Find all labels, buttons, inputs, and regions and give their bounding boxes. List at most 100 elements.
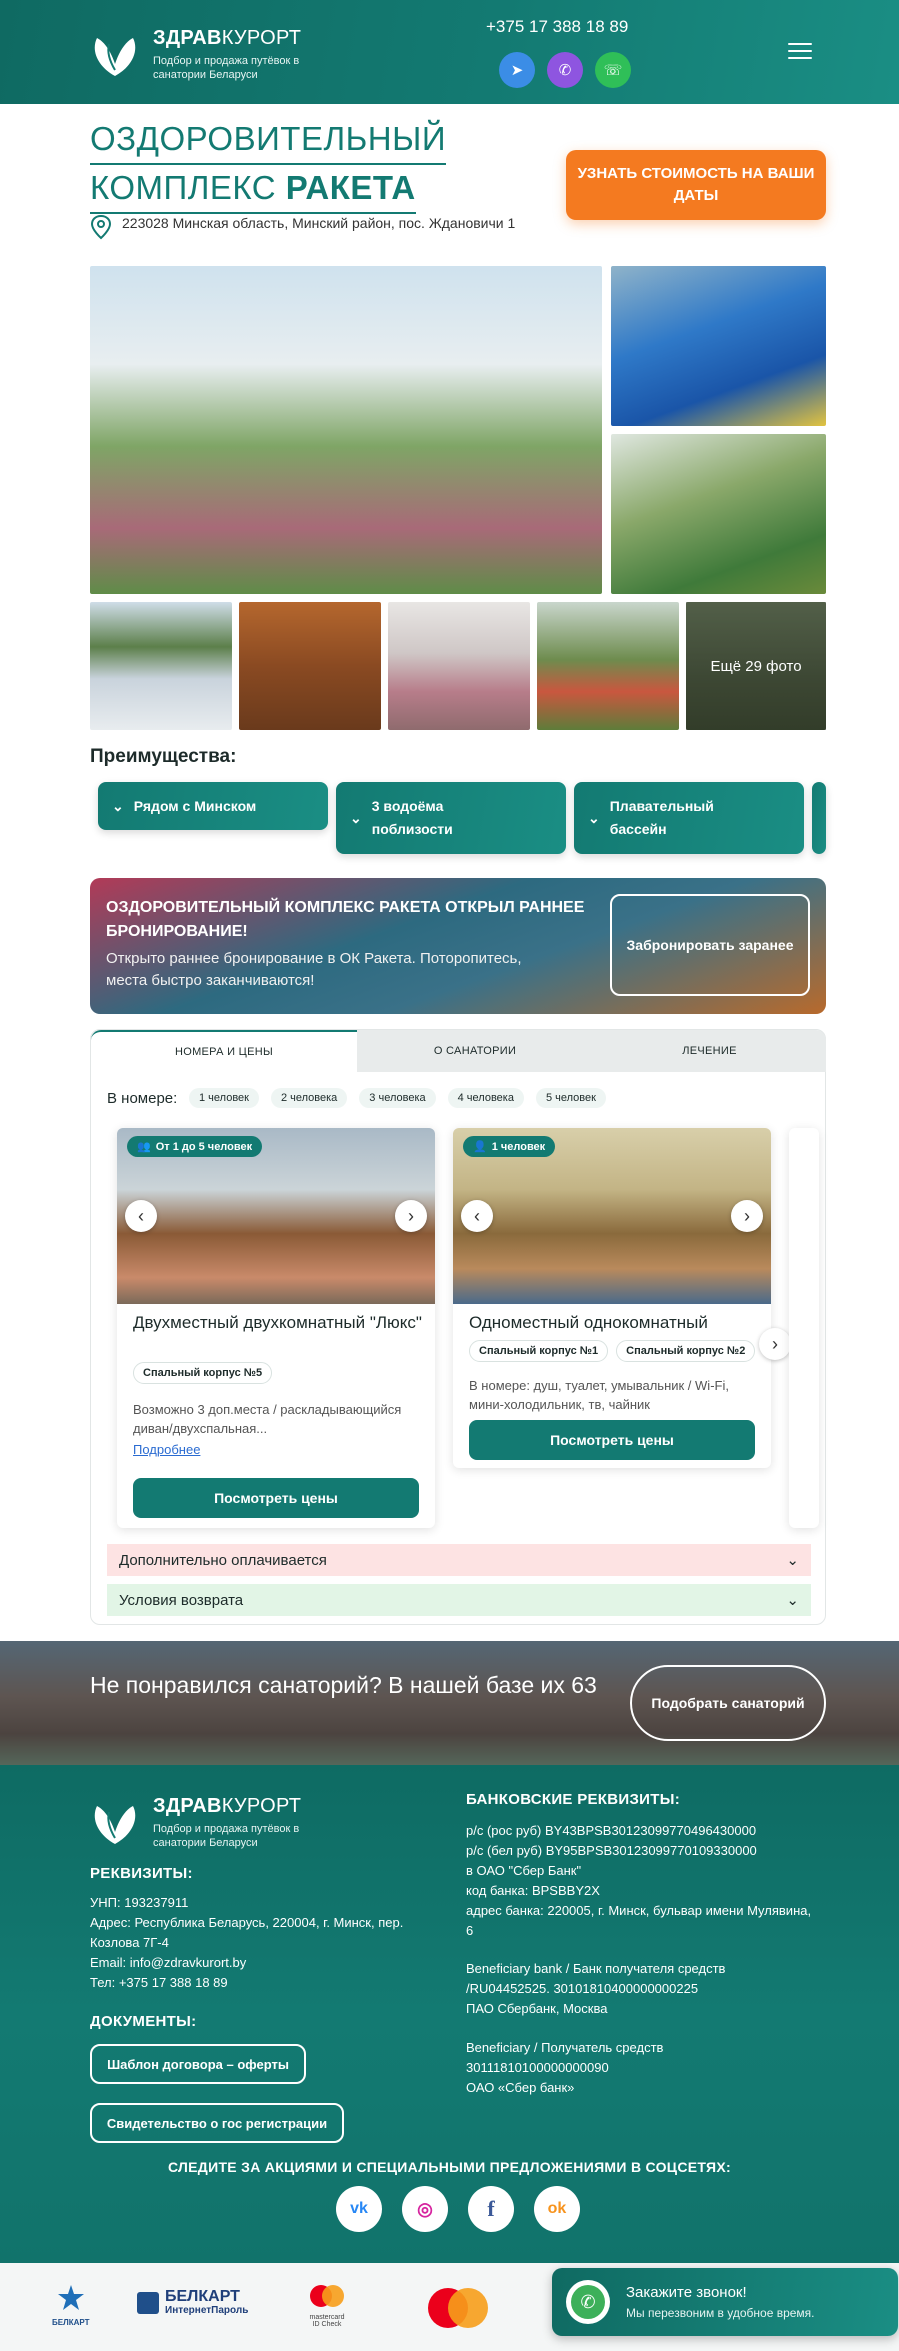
filter-1-person[interactable]: 1 человек bbox=[189, 1088, 259, 1108]
advantage-chip-pool[interactable]: ⌄ Плавательный бассейн bbox=[574, 782, 804, 854]
footer-socials: vk ◎ f ok bbox=[336, 2186, 580, 2232]
advantage-label: 3 водоёма поблизости bbox=[371, 798, 453, 837]
building-tag: Спальный корпус №2 bbox=[616, 1340, 756, 1362]
accordion-label: Условия возврата bbox=[119, 1591, 244, 1609]
bank-line: код банка: BPSBBY2X bbox=[466, 1883, 600, 1898]
belkart-logo: БЕЛКАРТ bbox=[52, 2283, 89, 2327]
accordion-label: Дополнительно оплачивается bbox=[119, 1551, 327, 1569]
viber-icon[interactable]: ✆ bbox=[547, 52, 583, 88]
refund-conditions-accordion[interactable]: Условия возврата ⌄ bbox=[107, 1584, 811, 1616]
gallery-thumb-more[interactable]: Ещё 29 фото bbox=[686, 602, 826, 730]
room-prices-button[interactable]: Посмотреть цены bbox=[469, 1420, 755, 1460]
facebook-icon[interactable]: f bbox=[468, 2186, 514, 2232]
room-card-lux: 👥 От 1 до 5 человек ‹ › Двухместный двухк… bbox=[117, 1128, 435, 1528]
tab-rooms-prices[interactable]: НОМЕРА И ЦЕНЫ bbox=[91, 1030, 357, 1072]
rooms-next-arrow-icon[interactable]: › bbox=[759, 1328, 791, 1360]
filter-label: В номере: bbox=[107, 1090, 178, 1107]
vk-icon[interactable]: vk bbox=[336, 2186, 382, 2232]
instagram-icon[interactable]: ◎ bbox=[402, 2186, 448, 2232]
odnoklassniki-icon[interactable]: ok bbox=[534, 2186, 580, 2232]
bank-line: ПАО Сбербанк, Москва bbox=[466, 2001, 608, 2016]
filter-2-persons[interactable]: 2 человека bbox=[270, 1088, 348, 1108]
bank-block-3: Beneficiary / Получатель средств 3011181… bbox=[466, 2038, 726, 2098]
title-line-2: КОМПЛЕКС РАКЕТА bbox=[90, 165, 416, 214]
pick-sanatorium-button[interactable]: Подобрать санаторий bbox=[630, 1665, 826, 1741]
gallery-thumb-sauna[interactable] bbox=[239, 602, 381, 730]
bank-title: БАНКОВСКИЕ РЕКВИЗИТЫ: bbox=[466, 1791, 680, 1808]
room-name: Двухместный двухкомнатный "Люкс" bbox=[133, 1313, 422, 1332]
filter-4-persons[interactable]: 4 человека bbox=[447, 1088, 524, 1108]
whatsapp-icon[interactable]: ☏ bbox=[595, 52, 631, 88]
logo[interactable]: ЗДРАВКУРОРТ Подбор и продажа путёвок в с… bbox=[89, 27, 333, 82]
room-card-single: 👤 1 человек ‹ › Одноместный однокомнатный… bbox=[453, 1128, 771, 1468]
tab-about[interactable]: О САНАТОРИИ bbox=[357, 1030, 593, 1072]
advantage-chip-partial[interactable] bbox=[812, 782, 826, 854]
mc-sub-label: ID Check bbox=[312, 2321, 342, 2328]
book-early-button[interactable]: Забронировать заранее bbox=[610, 894, 810, 996]
footer: ЗДРАВКУРОРТ Подбор и продажа путёвок в с… bbox=[0, 1765, 899, 2263]
callback-widget[interactable]: ✆ Закажите звонок! Мы перезвоним в удобн… bbox=[552, 2268, 898, 2336]
belkart-star-icon bbox=[57, 2285, 84, 2310]
header-phone[interactable]: +375 17 388 18 89 bbox=[486, 17, 628, 37]
room-prices-button[interactable]: Посмотреть цены bbox=[133, 1478, 419, 1518]
leaf-logo-icon bbox=[94, 1805, 136, 1844]
room-card-partial bbox=[789, 1128, 819, 1528]
photo-prev-button[interactable]: ‹ bbox=[125, 1200, 157, 1232]
chevron-down-icon: ⌄ bbox=[588, 809, 600, 826]
gallery-main-photo[interactable] bbox=[90, 266, 602, 594]
footer-logo[interactable]: ЗДРАВКУРОРТ Подбор и продажа путёвок в с… bbox=[89, 1795, 333, 1850]
building-tag: Спальный корпус №1 bbox=[469, 1340, 609, 1362]
extra-payments-accordion[interactable]: Дополнительно оплачивается ⌄ bbox=[107, 1544, 811, 1576]
room-name: Одноместный однокомнатный bbox=[469, 1313, 708, 1332]
bank-block-1: р/с (рос руб) BY43BPSB301230997704964300… bbox=[466, 1821, 816, 1941]
menu-burger-icon[interactable] bbox=[788, 38, 812, 64]
gallery-thumb-restaurant[interactable] bbox=[388, 602, 530, 730]
belkart-label: БЕЛКАРТ bbox=[52, 2318, 90, 2327]
rooms-panel: НОМЕРА И ЦЕНЫ О САНАТОРИИ ЛЕЧЕНИЕ В номе… bbox=[90, 1029, 826, 1625]
phone-circle: ✆ bbox=[566, 2280, 610, 2324]
bank-line: Beneficiary bank / Банк получателя средс… bbox=[466, 1961, 726, 1996]
filter-5-persons[interactable]: 5 человек bbox=[535, 1088, 606, 1108]
promo-text: Открыто раннее бронирование в ОК Ракета.… bbox=[106, 950, 522, 989]
price-cta-button[interactable]: УЗНАТЬ СТОИМОСТЬ НА ВАШИ ДАТЫ bbox=[566, 150, 826, 220]
advantages-heading: Преимущества: bbox=[90, 746, 237, 767]
more-photos-label[interactable]: Ещё 29 фото bbox=[686, 602, 826, 730]
room-desc: Возможно 3 доп.места / раскладывающийся … bbox=[133, 1402, 402, 1436]
photo-next-button[interactable]: › bbox=[395, 1200, 427, 1232]
tab-treatment[interactable]: ЛЕЧЕНИЕ bbox=[593, 1030, 826, 1072]
advantage-chip-minsk[interactable]: ⌄ Рядом с Минском bbox=[98, 782, 328, 830]
telegram-icon[interactable]: ➤ bbox=[499, 52, 535, 88]
registration-cert-button[interactable]: Свидетельство о гос регистрации bbox=[90, 2103, 344, 2143]
mastercard-icon bbox=[428, 2288, 488, 2328]
chevron-down-icon: ⌄ bbox=[350, 809, 362, 826]
address-text: 223028 Минская область, Минский район, п… bbox=[122, 215, 516, 231]
advantage-label: Плавательный бассейн bbox=[609, 798, 714, 837]
brand-name: ЗДРАВКУРОРТ bbox=[153, 27, 302, 49]
gallery-thumb-lake[interactable] bbox=[90, 602, 232, 730]
capacity-badge: 👥 От 1 до 5 человек bbox=[127, 1136, 263, 1157]
site-header: ЗДРАВКУРОРТ Подбор и продажа путёвок в с… bbox=[0, 0, 899, 104]
follow-title: СЛЕДИТЕ ЗА АКЦИЯМИ И СПЕЦИАЛЬНЫМИ ПРЕДЛО… bbox=[167, 2159, 732, 2175]
capacity-text: От 1 до 5 человек bbox=[155, 1140, 253, 1153]
gallery-thumb-playground[interactable] bbox=[537, 602, 679, 730]
callback-text: Мы перезвоним в удобное время. bbox=[626, 2306, 815, 2320]
advantage-chip-lakes[interactable]: ⌄ 3 водоёма поблизости bbox=[336, 782, 566, 854]
offer-contract-button[interactable]: Шаблон договора – оферты bbox=[90, 2044, 306, 2084]
room-more-link[interactable]: Подробнее bbox=[133, 1442, 200, 1457]
chevron-down-icon: ⌄ bbox=[112, 797, 124, 814]
photo-next-button[interactable]: › bbox=[731, 1200, 763, 1232]
location-pin-icon bbox=[90, 214, 112, 240]
brand-tagline: Подбор и продажа путёвок в санатории Бел… bbox=[153, 1823, 300, 1849]
mastercard-id-check-logo: mastercard ID Check bbox=[305, 2283, 349, 2328]
header-socials: ➤ ✆ ☏ bbox=[499, 52, 631, 88]
photo-prev-button[interactable]: ‹ bbox=[461, 1200, 493, 1232]
mc-label: mastercard bbox=[309, 2314, 345, 2321]
bank-line: Beneficiary / Получатель средств 3011181… bbox=[466, 2040, 664, 2075]
req-line[interactable]: Email: info@zdravkurort.by bbox=[90, 1953, 450, 1973]
gallery-garden-photo[interactable] bbox=[611, 434, 826, 594]
belkart-big-label: БЕЛКАРТ bbox=[165, 2288, 240, 2305]
leaf-logo-icon bbox=[94, 37, 136, 76]
req-line[interactable]: Тел: +375 17 388 18 89 bbox=[90, 1973, 450, 1993]
gallery-pool-photo[interactable] bbox=[611, 266, 826, 426]
filter-3-persons[interactable]: 3 человека bbox=[359, 1088, 436, 1108]
